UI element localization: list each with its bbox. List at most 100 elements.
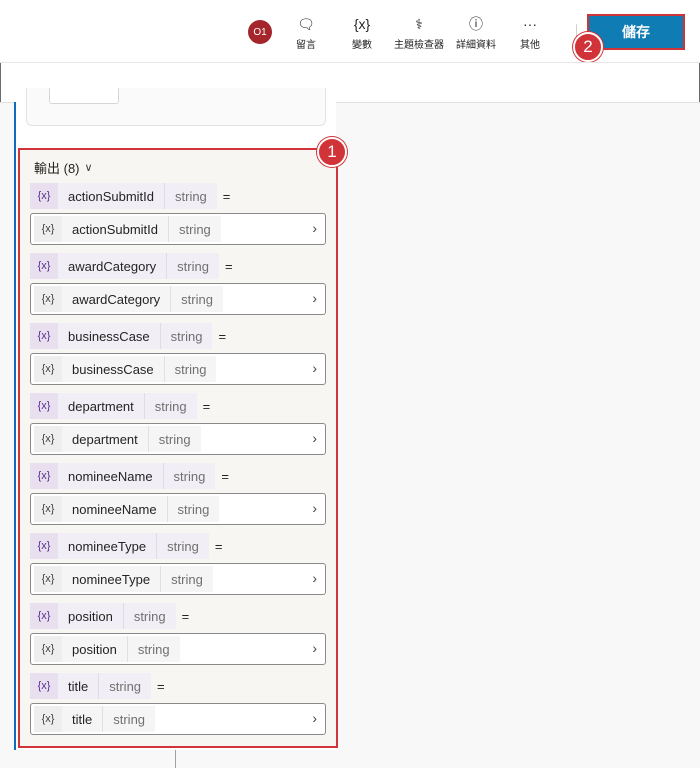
output-variable-row: {x} awardCategory string = [30, 253, 233, 279]
variable-icon: {x} [30, 463, 58, 489]
output-variable-tag[interactable]: {x} nomineeType string [30, 533, 209, 559]
value-variable-tag: {x} actionSubmitId string [34, 216, 221, 242]
value-variable-type: string [168, 216, 221, 242]
details-button[interactable]: ⓘ 詳細資料 [456, 14, 496, 54]
variable-icon: {x} [34, 286, 62, 312]
chevron-right-icon: › [312, 640, 317, 656]
variable-name: position [58, 603, 123, 629]
more-button[interactable]: ··· 其他 [520, 14, 540, 54]
variables-button[interactable]: {x} 變數 [352, 14, 372, 54]
outputs-header[interactable]: 輸出 (8) ∨ [34, 158, 93, 177]
value-variable-name: nomineeType [62, 566, 161, 592]
stethoscope-icon: ⚕ [415, 15, 423, 32]
output-variable-tag[interactable]: {x} position string [30, 603, 176, 629]
comment-icon: 🗨 [297, 15, 315, 32]
variable-value-field[interactable]: {x} actionSubmitId string › [30, 213, 326, 245]
output-variable-row: {x} nomineeName string = [30, 463, 229, 489]
variable-icon: {x} [34, 356, 62, 382]
equals-sign: = [224, 258, 233, 274]
variable-value-field[interactable]: {x} position string › [30, 633, 326, 665]
value-variable-type: string [170, 286, 223, 312]
variable-name: nomineeName [58, 463, 163, 489]
output-variable-tag[interactable]: {x} awardCategory string [30, 253, 219, 279]
chevron-right-icon: › [312, 290, 317, 306]
value-variable-tag: {x} nomineeType string [34, 566, 213, 592]
variable-name: businessCase [58, 323, 160, 349]
value-variable-tag: {x} nomineeName string [34, 496, 220, 522]
avatar[interactable]: O1 [248, 20, 272, 44]
output-variable-row: {x} nomineeType string = [30, 533, 222, 559]
node-card-control[interactable] [49, 88, 119, 104]
chevron-right-icon: › [312, 360, 317, 376]
value-variable-tag: {x} businessCase string [34, 356, 217, 382]
variable-icon: {x} [34, 566, 62, 592]
variable-name: title [58, 673, 99, 699]
variable-type: string [166, 253, 219, 279]
value-variable-type: string [102, 706, 156, 732]
output-variable-tag[interactable]: {x} nomineeName string [30, 463, 216, 489]
equals-sign: = [222, 188, 231, 204]
output-variable-tag[interactable]: {x} businessCase string [30, 323, 213, 349]
outputs-section: 輸出 (8) ∨ {x} actionSubmitId string = {x} acti… [18, 148, 338, 748]
variable-value-field[interactable]: {x} department string › [30, 423, 326, 455]
output-variable-tag[interactable]: {x} title string [30, 673, 152, 699]
variable-icon: {x} [30, 253, 58, 279]
equals-sign: = [202, 398, 211, 414]
callout-badge-2: 2 [573, 32, 603, 62]
output-variable-row: {x} businessCase string = [30, 323, 226, 349]
variable-type: string [122, 603, 176, 629]
variable-value-field[interactable]: {x} nomineeName string › [30, 493, 326, 525]
outputs-title: 輸出 (8) [34, 161, 80, 176]
variable-icon: {x} [30, 393, 58, 419]
variable-icon: {x} [34, 426, 62, 452]
variable-value-field[interactable]: {x} awardCategory string › [30, 283, 326, 315]
output-variable-tag[interactable]: {x} actionSubmitId string [30, 183, 217, 209]
info-icon: ⓘ [469, 16, 483, 32]
comments-label: 留言 [296, 40, 316, 51]
comments-button[interactable]: 🗨 留言 [296, 14, 316, 54]
variable-icon: {x} [30, 673, 58, 699]
value-variable-type: string [147, 426, 201, 452]
variable-type: string [162, 463, 216, 489]
variable-type: string [98, 673, 152, 699]
output-variable-row: {x} position string = [30, 603, 189, 629]
variable-icon: {x} [30, 183, 58, 209]
chevron-right-icon: › [312, 220, 317, 236]
variables-label: 變數 [352, 40, 372, 51]
value-variable-name: position [62, 636, 127, 662]
output-variable-tag[interactable]: {x} department string [30, 393, 197, 419]
value-variable-tag: {x} position string [34, 636, 180, 662]
value-variable-name: title [62, 706, 103, 732]
variable-name: awardCategory [58, 253, 167, 279]
equals-sign: = [218, 328, 227, 344]
variable-name: nomineeType [58, 533, 157, 559]
variable-icon: {x} [34, 706, 62, 732]
topic-checker-button[interactable]: ⚕ 主題檢查器 [394, 14, 444, 54]
connector-line [175, 750, 176, 768]
variable-name: department [58, 393, 144, 419]
callout-badge-1: 1 [317, 137, 347, 167]
output-variable-row: {x} department string = [30, 393, 210, 419]
chevron-right-icon: › [312, 570, 317, 586]
variable-type: string [156, 533, 209, 559]
variable-value-field[interactable]: {x} nomineeType string › [30, 563, 326, 595]
variable-type: string [143, 393, 197, 419]
value-variable-name: actionSubmitId [62, 216, 168, 242]
value-variable-type: string [160, 566, 213, 592]
variable-icon: {x} [353, 16, 371, 32]
node-card-top [26, 88, 326, 126]
variable-icon: {x} [30, 533, 58, 559]
variable-value-field[interactable]: {x} businessCase string › [30, 353, 326, 385]
toolbar-divider-line [0, 62, 700, 63]
value-variable-tag: {x} department string [34, 426, 201, 452]
variable-icon: {x} [30, 323, 58, 349]
variable-icon: {x} [30, 603, 58, 629]
variable-icon: {x} [34, 216, 62, 242]
value-variable-type: string [126, 636, 180, 662]
equals-sign: = [181, 608, 190, 624]
chevron-down-icon: ∨ [84, 162, 93, 174]
details-label: 詳細資料 [456, 40, 496, 51]
value-variable-tag: {x} awardCategory string [34, 286, 223, 312]
variable-value-field[interactable]: {x} title string › [30, 703, 326, 735]
variable-type: string [159, 323, 213, 349]
